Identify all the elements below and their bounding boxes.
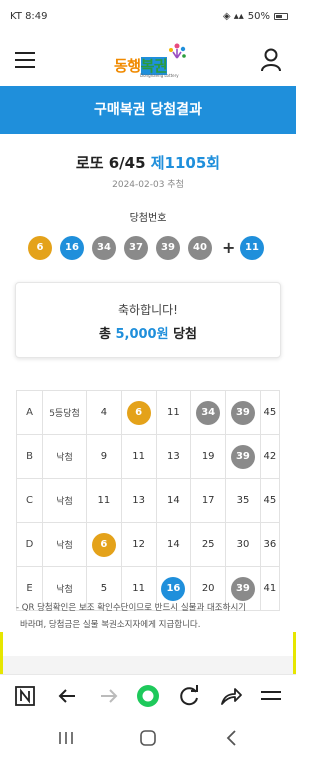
matched-number: 34 (196, 400, 221, 425)
ticket-number-cell: 13 (120, 478, 157, 523)
ticket-number-cell: 19 (190, 434, 227, 479)
carrier-time: KT 8:49 (10, 11, 48, 22)
matched-number: 6 (91, 532, 116, 557)
back-arrow-icon[interactable] (54, 683, 80, 709)
system-navigation-bar (0, 716, 296, 760)
refresh-icon[interactable] (176, 683, 202, 709)
ticket-number-cell: 39 (225, 434, 261, 479)
row-status: 5등당첨 (42, 390, 87, 435)
share-icon[interactable] (218, 683, 244, 709)
ticket-row: A 5등당첨 4 6 11 34 39 45 (16, 390, 281, 435)
ticket-number-cell: 25 (190, 522, 227, 567)
prize-amount: 총 5,000원 당첨 (98, 327, 198, 342)
ticket-number-cell: 6 (86, 522, 122, 567)
logo[interactable]: 동행복권 Donghaeng Lottery (112, 42, 188, 80)
row-label: C (16, 478, 43, 523)
winning-ball: 40 (188, 236, 212, 260)
logo-subtitle: Donghaeng Lottery (140, 73, 179, 78)
winning-numbers-label: 당첨번호 (129, 213, 167, 224)
ticket-number-cell: 13 (155, 434, 192, 479)
matched-number: 39 (230, 576, 255, 601)
ticket-number-cell: 11 (86, 478, 122, 523)
ticket-number-cell: 6 (120, 390, 157, 435)
ticket-number-cell: 14 (155, 522, 192, 567)
row-status: 낙첨 (42, 434, 87, 479)
naver-n-icon[interactable] (12, 683, 38, 709)
ticket-table: A 5등당첨 4 6 11 34 39 45 B 낙첨 9 11 13 19 39 42 C 낙첨 11 13 14 17… (16, 390, 281, 611)
home-icon[interactable] (138, 729, 158, 747)
status-bar: KT 8:49 ◈ ▴▴ 50% (0, 0, 296, 36)
matched-number: 39 (230, 444, 255, 469)
matched-number: 16 (161, 576, 186, 601)
congrats-message: 축하합니다! (117, 303, 178, 317)
ticket-number-cell: 12 (120, 522, 157, 567)
back-icon[interactable] (222, 729, 242, 747)
winning-ball: 39 (156, 236, 180, 260)
ticket-section: A 5등당첨 4 6 11 34 39 45 B 낙첨 9 11 13 19 39 42 C 낙첨 11 13 14 17… (0, 374, 296, 656)
draw-result: 로또 6/45 제1105회 2024-02-03 추첨 당첨번호 6 16 34 3… (0, 134, 296, 374)
page-title: 구매복권 당첨결과 (0, 86, 296, 134)
battery-text: 50% (247, 11, 270, 22)
bonus-ball: 11 (240, 236, 264, 260)
logo-sparkle-icon (169, 43, 186, 59)
bonus-plus-sign: + (222, 238, 236, 257)
hamburger-menu-icon[interactable] (15, 52, 35, 68)
draw-date: 2024-02-03 추첨 (112, 180, 184, 190)
status-right: ◈ ▴▴ 50% (223, 11, 288, 22)
ticket-number-cell: 35 (225, 478, 261, 523)
winning-ball: 37 (124, 236, 148, 260)
ticket-number-cell: 17 (190, 478, 227, 523)
ticket-number-cell: 45 (259, 390, 281, 435)
row-label: B (16, 434, 43, 479)
ticket-number-cell: 11 (120, 434, 157, 479)
row-label: D (16, 522, 43, 567)
row-label: A (16, 390, 43, 435)
ticket-number-cell: 30 (225, 522, 261, 567)
matched-number: 39 (230, 400, 255, 425)
row-status: 낙첨 (42, 478, 87, 523)
matched-number: 6 (126, 400, 151, 425)
ticket-number-cell: 9 (86, 434, 122, 479)
row-status: 낙첨 (42, 522, 87, 567)
ticket-number-cell: 34 (190, 390, 227, 435)
battery-icon (274, 13, 288, 20)
ticket-number-cell: 45 (259, 478, 281, 523)
ticket-row: B 낙첨 9 11 13 19 39 42 (16, 434, 281, 479)
menu-icon[interactable] (258, 683, 284, 709)
home-circle-icon[interactable] (135, 683, 161, 709)
prize-card: 축하합니다! 총 5,000원 당첨 (15, 282, 281, 358)
ticket-row: C 낙첨 11 13 14 17 35 45 (16, 478, 281, 523)
winning-ball: 6 (28, 236, 52, 260)
user-profile-icon[interactable] (260, 48, 282, 72)
round-heading: 로또 6/45 제1105회 (75, 154, 221, 172)
ticket-number-cell: 42 (259, 434, 281, 479)
ticket-row: D 낙첨 6 12 14 25 30 36 (16, 522, 281, 567)
ticket-number-cell: 36 (259, 522, 281, 567)
winning-ball: 34 (92, 236, 116, 260)
browser-toolbar (0, 674, 296, 716)
forward-arrow-icon[interactable] (96, 683, 122, 709)
app-header: 동행복권 Donghaeng Lottery (0, 36, 296, 86)
ticket-number-cell: 11 (155, 390, 192, 435)
ticket-number-cell: 14 (155, 478, 192, 523)
signal-icon: ◈ ▴▴ (222, 11, 244, 22)
disclaimer-note: - QR 당첨확인은 보조 확인수단이므로 반드시 실물과 대조하시기 바라며,… (16, 603, 247, 630)
recent-apps-icon[interactable] (56, 729, 76, 747)
page: KT 8:49 ◈ ▴▴ 50% 동행복권 Donghaeng Lottery … (0, 0, 296, 760)
winning-ball: 16 (60, 236, 84, 260)
ticket-number-cell: 39 (225, 390, 261, 435)
ticket-number-cell: 4 (86, 390, 122, 435)
